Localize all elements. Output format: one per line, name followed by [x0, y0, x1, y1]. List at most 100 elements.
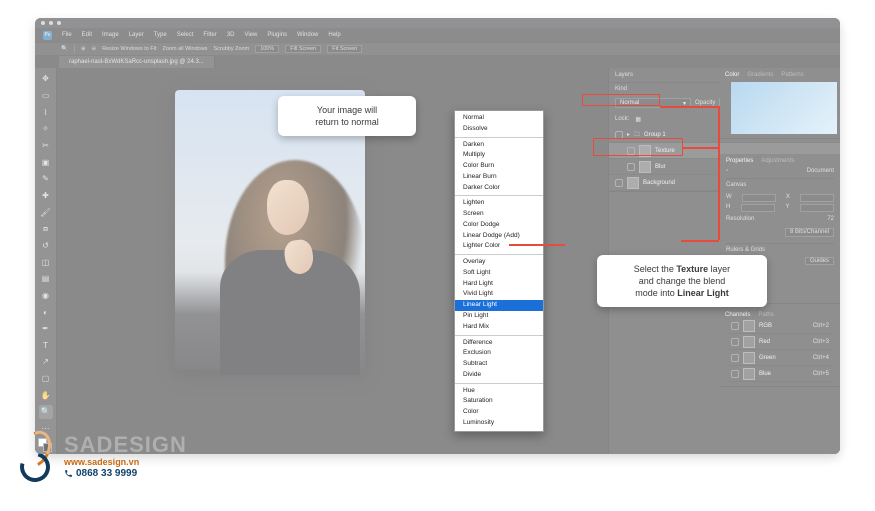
blend-option[interactable]: Saturation [455, 396, 543, 407]
move-tool-icon[interactable]: ✥ [39, 72, 53, 86]
menu-image[interactable]: Image [102, 32, 119, 38]
blend-option[interactable]: Linear Burn [455, 172, 543, 183]
blend-mode-dropdown[interactable]: Normal Dissolve Darken Multiply Color Bu… [454, 110, 544, 432]
blend-option[interactable]: Linear Dodge (Add) [455, 231, 543, 242]
blend-option[interactable]: Darken [455, 140, 543, 151]
blend-option[interactable]: Difference [455, 338, 543, 349]
zoom-value[interactable]: 100% [255, 45, 279, 53]
marquee-tool-icon[interactable]: ▭ [39, 89, 53, 103]
rulers-label: Rulers & Grids [726, 243, 834, 253]
blend-option-selected[interactable]: Linear Light [455, 300, 543, 311]
stamp-tool-icon[interactable]: ⧈ [39, 222, 53, 236]
blend-option[interactable]: Color Dodge [455, 220, 543, 231]
path-tool-icon[interactable]: ↗ [39, 355, 53, 369]
patterns-tab[interactable]: Patterns [781, 72, 803, 78]
menu-edit[interactable]: Edit [82, 32, 92, 38]
brush-tool-icon[interactable]: 🖌 [39, 205, 53, 219]
brand-title: SADESIGN [64, 433, 187, 457]
blend-option[interactable]: Hard Light [455, 279, 543, 290]
btn-fitscreen[interactable]: Fit Screen [327, 45, 362, 53]
menu-filter[interactable]: Filter [203, 32, 216, 38]
blend-option[interactable]: Luminosity [455, 418, 543, 429]
blend-option[interactable]: Color [455, 407, 543, 418]
resolution-value[interactable]: 72 [827, 216, 834, 222]
blend-option[interactable]: Screen [455, 209, 543, 220]
blend-option[interactable]: Darker Color [455, 183, 543, 194]
gradients-tab[interactable]: Gradients [747, 72, 773, 78]
zoom-out-icon[interactable]: ⊖ [91, 46, 96, 52]
channel-row[interactable]: BlueCtrl+5 [725, 366, 835, 382]
document-tab[interactable]: raphael-nast-BxWdKSaRcc-unsplash.jpg @ 2… [59, 56, 215, 68]
crop-tool-icon[interactable]: ✂ [39, 139, 53, 153]
menu-help[interactable]: Help [328, 32, 340, 38]
channels-tab[interactable]: Channels [725, 312, 750, 318]
opt-scrubby[interactable]: Scrubby Zoom [213, 46, 249, 52]
blend-option[interactable]: Lighten [455, 198, 543, 209]
hand-tool-icon[interactable]: ✋ [39, 388, 53, 402]
btn-fillscreen[interactable]: Fill Screen [285, 45, 321, 53]
heal-tool-icon[interactable]: ✚ [39, 189, 53, 203]
paths-tab[interactable]: Paths [758, 312, 773, 318]
menu-3d[interactable]: 3D [227, 32, 235, 38]
menu-window[interactable]: Window [297, 32, 318, 38]
opt-zoomall[interactable]: Zoom all Windows [162, 46, 207, 52]
color-picker-field[interactable] [731, 82, 837, 134]
zoom-tool-icon[interactable]: 🔍 [39, 405, 53, 419]
channel-row[interactable]: RedCtrl+3 [725, 334, 835, 350]
history-tool-icon[interactable]: ↺ [39, 239, 53, 253]
blend-option[interactable]: Exclusion [455, 348, 543, 359]
highlight-texturelayer [593, 138, 683, 156]
blend-option[interactable]: Overlay [455, 257, 543, 268]
type-tool-icon[interactable]: T [39, 339, 53, 353]
brand-phone: 0868 33 9999 [64, 468, 187, 479]
channels-panel: Channels Paths RGBCtrl+2 RedCtrl+3 GreenC… [720, 308, 840, 387]
dodge-tool-icon[interactable]: ◐ [39, 305, 53, 319]
menu-layer[interactable]: Layer [129, 32, 144, 38]
left-tool-column: ✥ ▭ ⌇ ✧ ✂ ▣ ✎ ✚ 🖌 ⧈ ↺ ◫ ▤ ◉ ◐ ✒ T ↗ ▢ ✋ [35, 68, 57, 454]
channel-row[interactable]: GreenCtrl+4 [725, 350, 835, 366]
document-tabs: raphael-nast-BxWdKSaRcc-unsplash.jpg @ 2… [35, 56, 840, 68]
opt-resize[interactable]: Resize Windows to Fit [102, 46, 156, 52]
blend-option[interactable]: Vivid Light [455, 289, 543, 300]
shape-tool-icon[interactable]: ▢ [39, 372, 53, 386]
color-tab[interactable]: Color [725, 72, 739, 78]
blend-option[interactable]: Multiply [455, 150, 543, 161]
visibility-icon[interactable] [615, 179, 623, 187]
visibility-icon[interactable] [627, 163, 635, 171]
properties-tab[interactable]: Properties [726, 158, 753, 164]
layers-tab[interactable]: Layers [615, 72, 633, 78]
menu-file[interactable]: File [62, 32, 72, 38]
blend-option[interactable]: Divide [455, 370, 543, 381]
lasso-tool-icon[interactable]: ⌇ [39, 105, 53, 119]
menu-plugins[interactable]: Plugins [267, 32, 287, 38]
wand-tool-icon[interactable]: ✧ [39, 122, 53, 136]
zoom-in-icon[interactable]: ⊕ [81, 46, 86, 52]
guides-select[interactable]: Guides [805, 257, 834, 265]
callout-instruction: Select the Texture layer and change the … [597, 255, 767, 307]
blend-option[interactable]: Pin Light [455, 311, 543, 322]
app-menubar[interactable]: Ps File Edit Image Layer Type Select Fil… [35, 28, 840, 42]
blend-option[interactable]: Subtract [455, 359, 543, 370]
blend-option[interactable]: Normal [455, 113, 543, 124]
props-canvas-label: Canvas [726, 178, 834, 188]
blur-tool-icon[interactable]: ◉ [39, 289, 53, 303]
adjustments-tab[interactable]: Adjustments [761, 158, 794, 164]
color-panel: Color Gradients Patterns [720, 68, 840, 139]
blend-option[interactable]: Soft Light [455, 268, 543, 279]
blend-option[interactable]: Hard Mix [455, 322, 543, 333]
layer-kind-label: Kind [615, 86, 627, 92]
eraser-tool-icon[interactable]: ◫ [39, 255, 53, 269]
frame-tool-icon[interactable]: ▣ [39, 155, 53, 169]
lock-icon[interactable]: ▦ [635, 116, 641, 123]
menu-select[interactable]: Select [177, 32, 194, 38]
bitdepth-select[interactable]: 8 Bits/Channel [785, 228, 834, 237]
menu-type[interactable]: Type [154, 32, 167, 38]
blend-option[interactable]: Color Burn [455, 161, 543, 172]
blend-option[interactable]: Hue [455, 386, 543, 397]
gradient-tool-icon[interactable]: ▤ [39, 272, 53, 286]
menu-view[interactable]: View [244, 32, 257, 38]
channel-row[interactable]: RGBCtrl+2 [725, 318, 835, 334]
eyedropper-tool-icon[interactable]: ✎ [39, 172, 53, 186]
pen-tool-icon[interactable]: ✒ [39, 322, 53, 336]
blend-option[interactable]: Dissolve [455, 124, 543, 135]
